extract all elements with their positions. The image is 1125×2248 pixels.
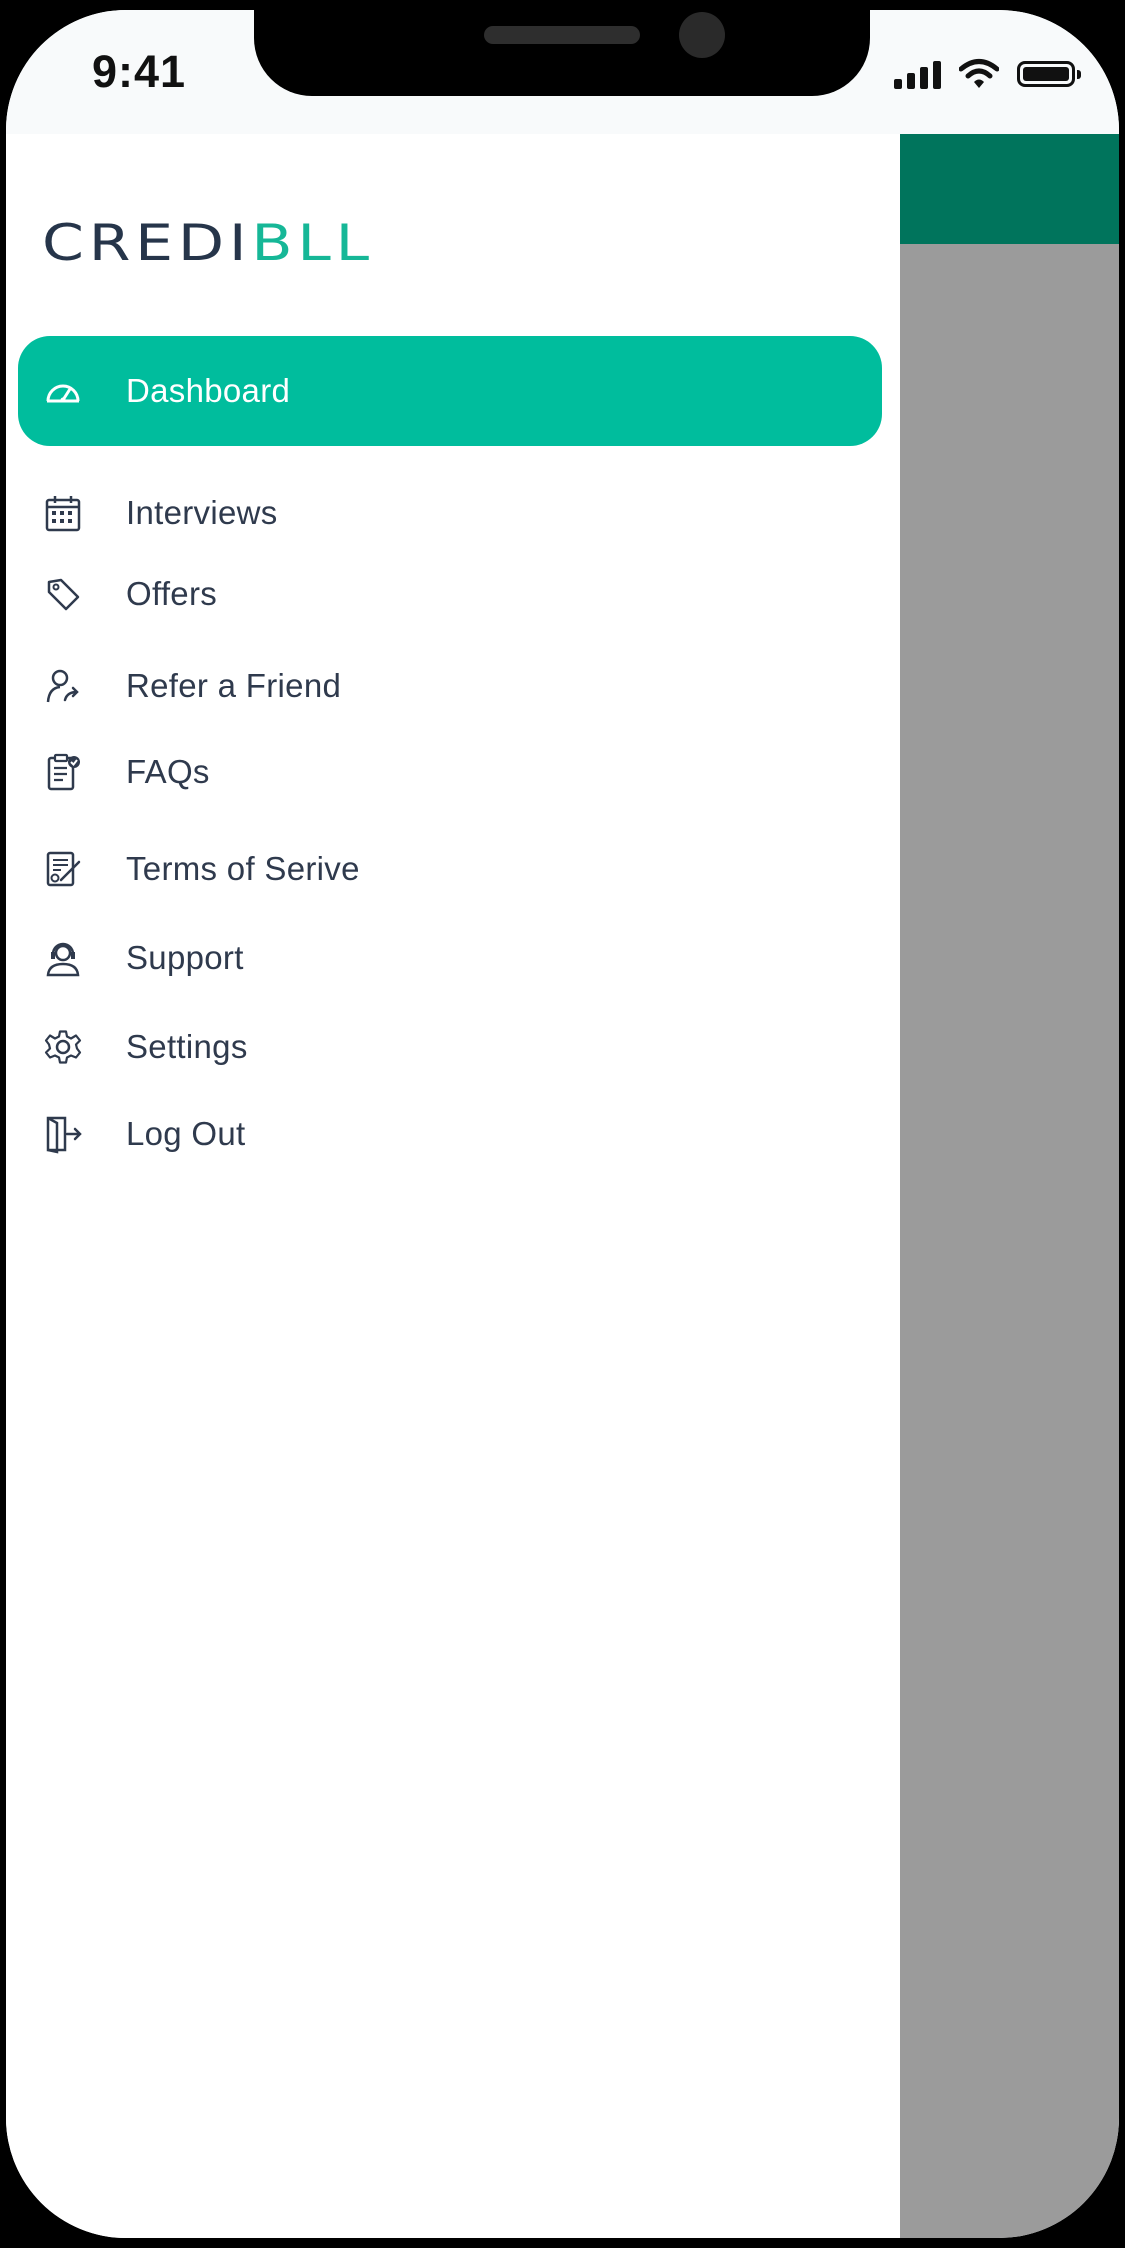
dimmed-content-overlay[interactable] xyxy=(900,134,1119,2238)
speedometer-icon xyxy=(42,370,84,412)
tag-icon xyxy=(42,573,84,615)
user-share-icon xyxy=(42,665,84,707)
wifi-icon xyxy=(959,59,999,88)
phone-frame: 9:41 CREDIBLL Dashboard Interviews Offer… xyxy=(6,10,1119,2238)
signal-icon xyxy=(894,59,941,89)
status-icons xyxy=(894,54,1081,94)
menu-item-label: Support xyxy=(126,939,244,976)
front-camera xyxy=(679,12,725,58)
credibll-logo: CREDIBLL xyxy=(42,214,374,272)
menu-item-label: Log Out xyxy=(126,1115,246,1152)
menu-item-label: Terms of Serive xyxy=(126,850,360,887)
document-sign-icon xyxy=(42,848,84,890)
calendar-icon xyxy=(42,492,84,534)
menu-item-label: FAQs xyxy=(126,753,210,790)
menu-item-faqs[interactable]: FAQs xyxy=(18,717,882,827)
menu-item-label: Refer a Friend xyxy=(126,667,342,704)
navigation-drawer: CREDIBLL Dashboard Interviews Offers Ref… xyxy=(6,134,900,2238)
gear-icon xyxy=(42,1026,84,1068)
menu-item-log-out[interactable]: Log Out xyxy=(18,1079,882,1189)
speaker xyxy=(484,26,640,44)
headset-icon xyxy=(42,937,84,979)
menu-item-label: Offers xyxy=(126,575,218,612)
notch xyxy=(254,10,870,96)
menu-item-label: Settings xyxy=(126,1028,248,1065)
clipboard-check-icon xyxy=(42,751,84,793)
battery-icon xyxy=(1017,61,1081,87)
logout-icon xyxy=(42,1113,84,1155)
menu-item-label: Interviews xyxy=(126,494,278,531)
menu-item-dashboard[interactable]: Dashboard xyxy=(18,336,882,446)
status-time: 9:41 xyxy=(92,46,187,97)
menu-item-label: Dashboard xyxy=(126,372,291,409)
status-bar: 9:41 xyxy=(6,10,1119,134)
app-header-peek xyxy=(900,134,1119,244)
